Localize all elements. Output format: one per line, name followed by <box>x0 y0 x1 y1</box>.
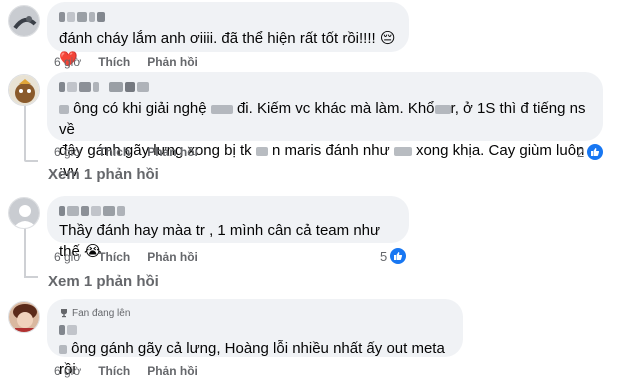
like-button[interactable]: Thích <box>98 250 130 264</box>
comment-time[interactable]: 6 giờ <box>54 145 81 159</box>
thread-line <box>24 228 26 276</box>
reply-button[interactable]: Phản hồi <box>147 145 198 159</box>
like-thumb-icon <box>390 248 407 264</box>
comment-actions: 6 giờ Thích Phản hồi <box>54 55 198 69</box>
view-replies-link[interactable]: Xem 1 phản hồi <box>48 166 159 183</box>
comment-actions: 6 giờ Thích Phản hồi <box>54 145 198 159</box>
avatar[interactable] <box>8 301 40 333</box>
fan-badge: Fan đang lên <box>59 306 451 320</box>
view-replies-link[interactable]: Xem 1 phản hồi <box>48 273 159 290</box>
comment-author[interactable] <box>59 322 451 337</box>
comment-bubble: đánh cháy lắm anh ơiiii. đã thể hiện rất… <box>47 2 409 68</box>
comment-time[interactable]: 6 giờ <box>54 55 81 69</box>
avatar-icon <box>9 75 39 105</box>
thread-line <box>24 160 38 162</box>
comment-author[interactable] <box>59 79 591 94</box>
avatar-icon <box>9 302 39 332</box>
reaction-count[interactable]: 2 <box>577 144 604 160</box>
comment-author[interactable] <box>59 203 397 218</box>
avatar[interactable] <box>8 5 40 37</box>
avatar-icon <box>9 198 39 228</box>
like-button[interactable]: Thích <box>98 55 130 69</box>
reply-button[interactable]: Phản hồi <box>147 55 198 69</box>
reaction-count[interactable]: 5 <box>380 248 407 264</box>
comment-bubble: ông có khi giải nghệ đi. Kiếm vc khác mà… <box>47 72 603 180</box>
avatar[interactable] <box>8 74 40 106</box>
like-thumb-icon <box>587 144 604 160</box>
like-button[interactable]: Thích <box>98 145 130 159</box>
thread-line <box>24 276 38 278</box>
comment-author[interactable] <box>59 9 397 24</box>
comment-bubble: Thầy đánh hay màa tr , 1 mình cân cả tea… <box>47 196 409 260</box>
comment-time[interactable]: 6 giờ <box>54 364 81 378</box>
avatar-icon <box>9 6 39 36</box>
reply-button[interactable]: Phản hồi <box>147 250 198 264</box>
reply-button[interactable]: Phản hồi <box>147 364 198 378</box>
comment-bubble: Fan đang lên ông gánh gãy cả lưng, Hoàng… <box>47 299 463 378</box>
comment-time[interactable]: 6 giờ <box>54 250 81 264</box>
thread-line <box>24 102 26 160</box>
like-button[interactable]: Thích <box>98 364 130 378</box>
trophy-icon <box>61 309 67 318</box>
avatar[interactable] <box>8 197 40 229</box>
comment-actions: 6 giờ Thích Phản hồi <box>54 250 198 264</box>
comment-actions: 6 giờ Thích Phản hồi <box>54 364 198 378</box>
